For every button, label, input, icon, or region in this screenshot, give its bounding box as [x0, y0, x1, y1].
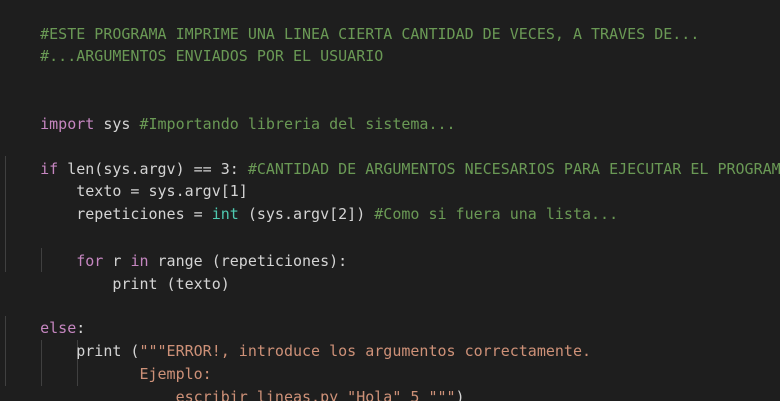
code-line[interactable]: for r in range (repeticiones): — [4, 228, 347, 270]
code-line[interactable]: #ESTE PROGRAMA IMPRIME UNA LINEA CIERTA … — [4, 1, 699, 43]
code-token: #Importando libreria del sistema... — [139, 115, 456, 133]
code-token: #CANTIDAD DE ARGUMENTOS NECESARIOS PARA … — [247, 160, 780, 178]
code-line[interactable]: else: — [4, 295, 85, 337]
code-line[interactable]: #...ARGUMENTOS ENVIADOS POR EL USUARIO — [4, 23, 383, 65]
code-editor[interactable]: #ESTE PROGRAMA IMPRIME UNA LINEA CIERTA … — [0, 0, 780, 401]
code-token: int — [211, 205, 239, 223]
code-line[interactable]: texto = sys.argv[1] — [4, 158, 248, 200]
code-line[interactable]: Ejemplo: — [4, 341, 211, 383]
code-line[interactable]: if len(sys.argv) == 3: #CANTIDAD DE ARGU… — [4, 136, 780, 178]
code-token: (sys.argv[2]) — [238, 205, 375, 223]
code-line[interactable]: import sys #Importando libreria del sist… — [4, 91, 455, 133]
code-line[interactable]: repeticiones = int (sys.argv[2]) #Como s… — [4, 181, 618, 223]
code-line[interactable]: print ("""ERROR!, introduce los argument… — [4, 318, 591, 360]
code-token: ) — [455, 388, 465, 401]
code-token: import — [40, 115, 95, 133]
code-token: repeticiones = — [40, 205, 212, 223]
code-line[interactable]: print (texto) — [4, 251, 229, 293]
code-token: escribir_lineas.py "Hola" 5 """ — [40, 388, 456, 401]
code-token: #...ARGUMENTOS ENVIADOS POR EL USUARIO — [40, 47, 384, 65]
code-token: #Como si fuera una lista... — [374, 205, 619, 223]
code-line[interactable]: escribir_lineas.py "Hola" 5 """) — [4, 364, 465, 401]
code-token: print (texto) — [40, 275, 230, 293]
code-token: sys — [94, 115, 140, 133]
